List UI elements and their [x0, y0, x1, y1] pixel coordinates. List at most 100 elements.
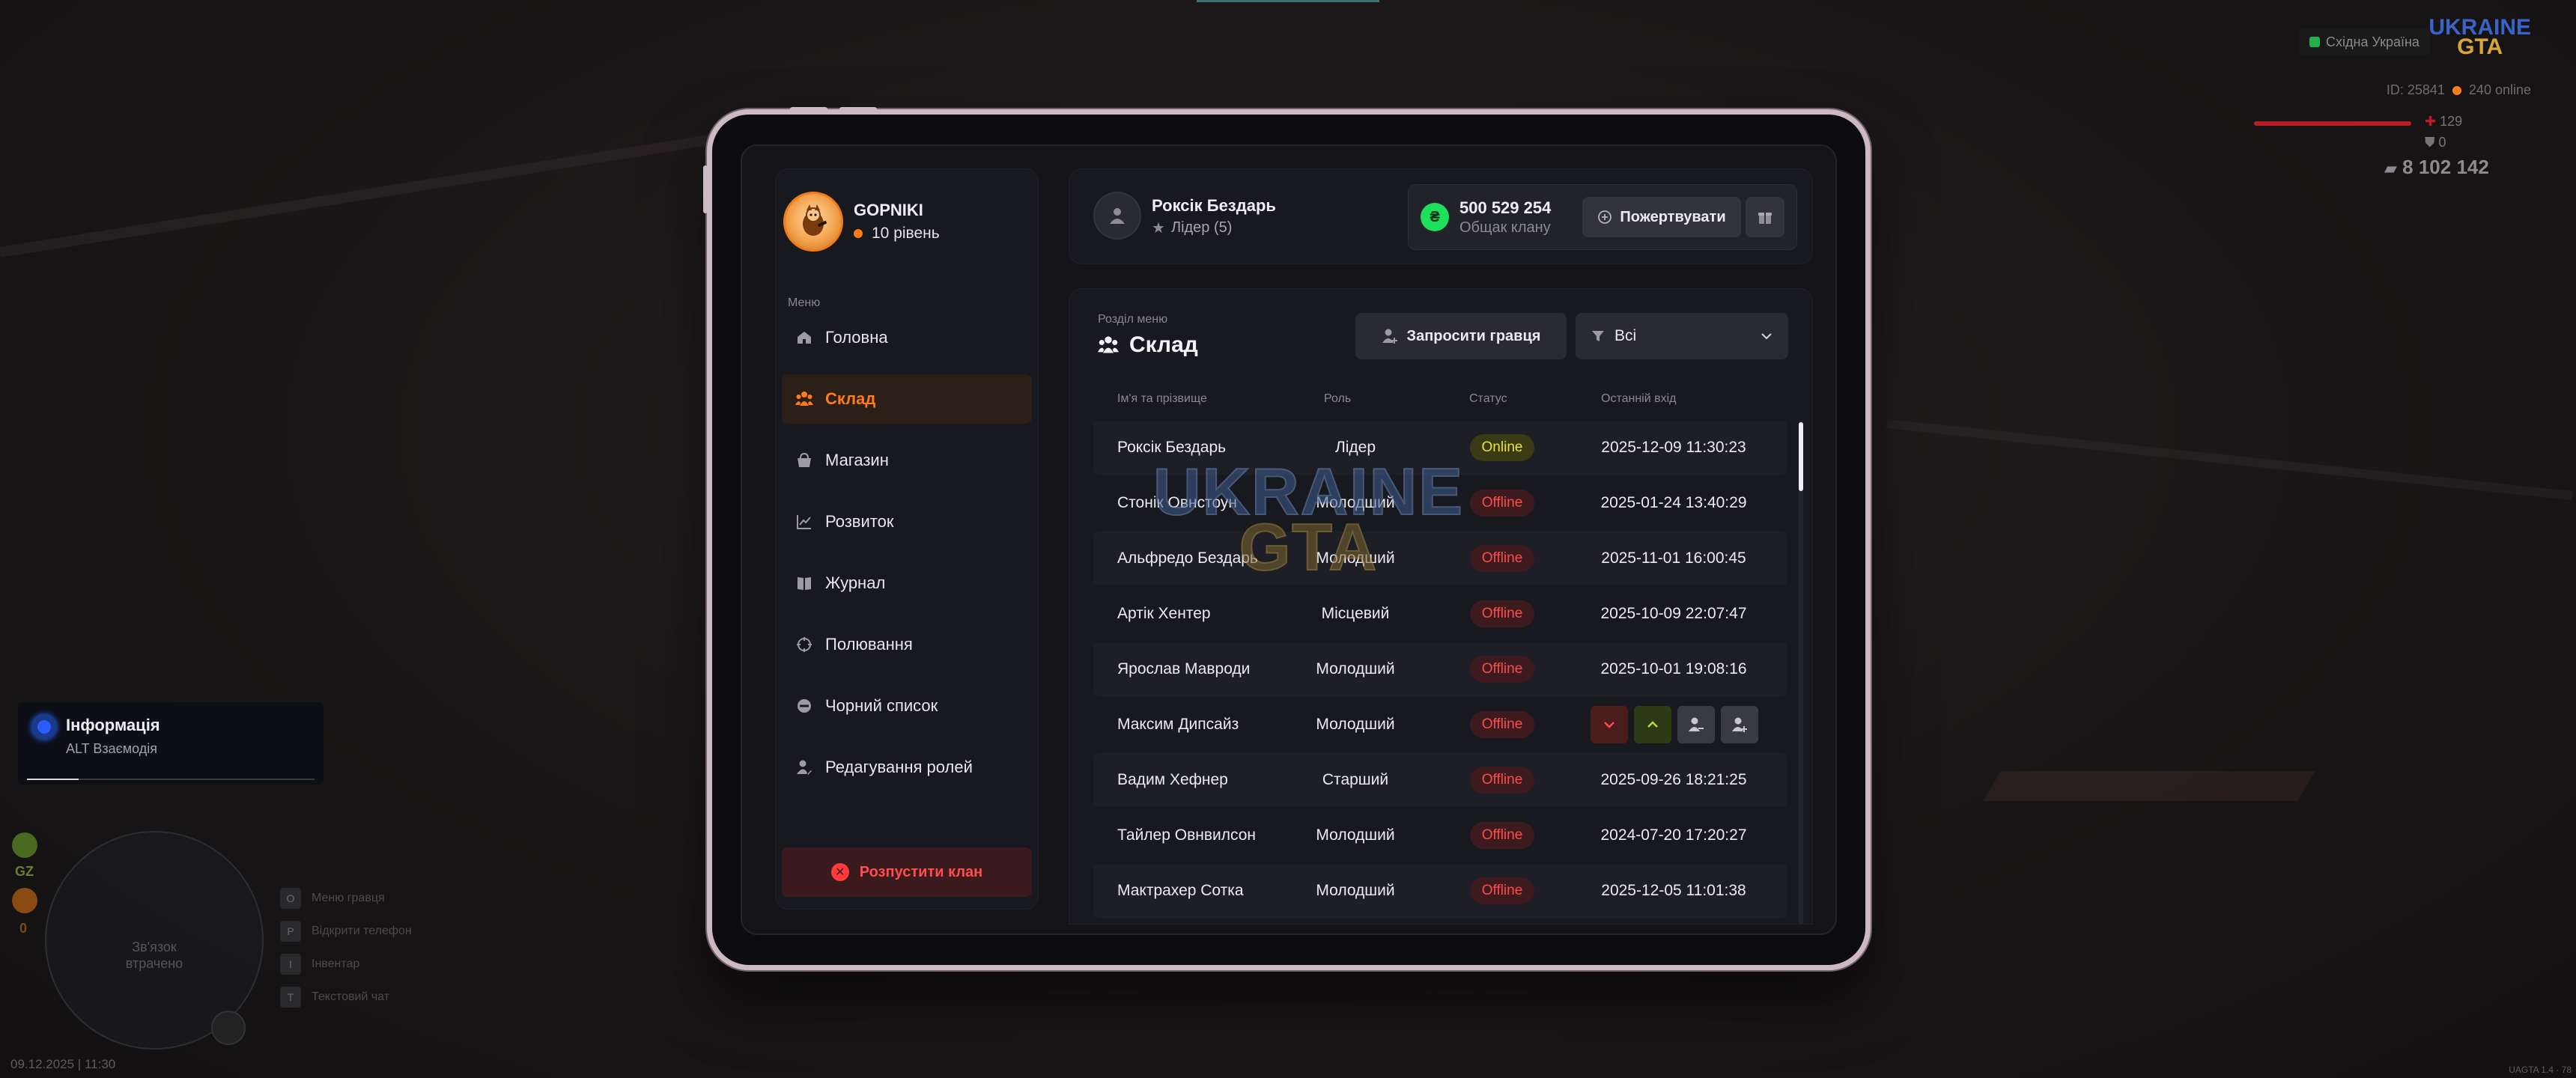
sidebar-item-label: Магазин — [825, 451, 889, 469]
section-title-text: Склад — [1129, 332, 1198, 357]
health-value: ✚ 129 — [2425, 114, 2462, 130]
sidebar-item-hunting[interactable]: Полювання — [782, 620, 1032, 669]
star-icon: ★ — [1152, 220, 1165, 237]
hud-status: Східна Україна UKRAINE GTA ID: 25841 240… — [2217, 16, 2531, 187]
dissolve-clan-button[interactable]: ✕ Розпустити клан — [782, 847, 1032, 897]
kick-member-button[interactable] — [1677, 706, 1715, 743]
members-panel: Розділ меню Склад Запросити гравця Всі І… — [1069, 288, 1813, 925]
status-badge: Offline — [1469, 656, 1535, 683]
status-badge: Offline — [1469, 767, 1535, 794]
status-badge: Online — [1469, 434, 1535, 461]
table-row[interactable]: Вадим Хефнер Старший Offline 2025-09-26 … — [1093, 753, 1787, 807]
status-badge: Offline — [1469, 877, 1535, 904]
wanted-count: 0 — [19, 921, 28, 936]
region-name: Східна Україна — [2326, 34, 2419, 49]
avatar[interactable] — [1093, 192, 1141, 240]
player-role-text: Лідер (5) — [1170, 219, 1233, 236]
info-icon — [31, 714, 57, 740]
plus-circle-icon — [1598, 210, 1612, 224]
keybind-hint: T Текстовий чат — [280, 981, 412, 1014]
member-name: Мактрахер Сотка — [1117, 882, 1244, 899]
bank-label: Общак клану — [1459, 219, 1551, 236]
clan-sidebar: GOPNIKI 10 рівень Меню Головна Склад Маг… — [775, 168, 1039, 910]
promote-button[interactable] — [1634, 706, 1671, 743]
role-filter-select[interactable]: Всі — [1576, 313, 1788, 359]
member-last-login: 2025-01-24 13:40:29 — [1600, 494, 1747, 511]
status-cell: Online — [1465, 434, 1540, 461]
sidebar-item-blacklist[interactable]: Чорний список — [782, 681, 1032, 731]
notification-progress-fill — [27, 779, 79, 780]
ban-icon — [795, 697, 813, 715]
table-row[interactable]: Артік Хентер Місцевий Offline 2025-10-09… — [1093, 587, 1787, 641]
keybind-hints: O Меню гравця P Відкрити телефон I Інвентар… — [280, 882, 412, 1014]
chart-icon — [795, 513, 813, 531]
currency-icon: ₴ — [1421, 203, 1449, 231]
money-value: ▰ 8 102 142 — [2384, 156, 2489, 179]
region-badge: Східна Україна — [2299, 28, 2430, 55]
hint-key: P — [280, 921, 301, 942]
member-role: Молодший — [1316, 882, 1395, 899]
hint-label: Відкрити телефон — [312, 925, 412, 937]
sidebar-item-squad[interactable]: Склад — [782, 374, 1032, 424]
column-header-last-login: Останній вхід — [1601, 392, 1677, 405]
notification-subtitle: ALT Взаємодія — [66, 741, 158, 756]
users-icon — [1098, 336, 1119, 353]
status-badge: Offline — [1469, 822, 1535, 849]
chevron-down-icon — [1604, 722, 1614, 728]
sidebar-item-home[interactable]: Головна — [782, 313, 1032, 362]
demote-button[interactable] — [1591, 706, 1628, 743]
person-icon — [1110, 208, 1125, 224]
gangzone-icon — [12, 832, 37, 858]
donate-button[interactable]: Пожертвувати — [1582, 197, 1741, 237]
player-name: Роксік Бездарь — [1152, 196, 1276, 215]
invite-player-label: Запросити гравця — [1406, 327, 1541, 344]
person-add-icon — [1732, 717, 1747, 732]
member-name: Ярослав Мавроди — [1117, 660, 1251, 677]
hint-key: O — [280, 888, 301, 909]
sidebar-item-label: Розвиток — [825, 512, 894, 531]
gift-button[interactable] — [1746, 197, 1784, 237]
status-cell: Offline — [1465, 490, 1540, 517]
tablet-side-button — [703, 165, 708, 213]
sidebar-item-journal[interactable]: Журнал — [782, 558, 1032, 608]
minimap-status: Зв'язок втрачено — [46, 939, 262, 972]
hud-logo-line-2: GTA — [2457, 34, 2503, 59]
status-cell: Offline — [1465, 545, 1540, 572]
page-title: Склад — [1098, 332, 1198, 358]
shield-icon — [2309, 37, 2320, 47]
member-profile-button[interactable] — [1721, 706, 1758, 743]
minimap-status-line-2: втрачено — [125, 956, 183, 971]
clan-level-text: 10 рівень — [872, 225, 940, 242]
table-scrollbar[interactable] — [1799, 421, 1803, 924]
table-row[interactable]: Ярослав Мавроди Молодший Offline 2025-10… — [1093, 642, 1787, 696]
hint-label: Текстовий чат — [312, 990, 390, 1003]
sidebar-item-edit-roles[interactable]: Редагування ролей — [782, 743, 1032, 792]
dissolve-clan-label: Розпустити клан — [859, 863, 983, 880]
invite-player-button[interactable]: Запросити гравця — [1355, 313, 1567, 359]
filter-value: Всі — [1614, 327, 1637, 344]
member-role: Молодший — [1316, 660, 1395, 677]
status-cell: Offline — [1465, 656, 1540, 683]
table-row[interactable]: Максим Дипсайз Молодший Offline — [1093, 698, 1787, 752]
player-id: ID: 25841 — [2386, 82, 2445, 97]
member-last-login: 2024-07-20 17:20:27 — [1600, 826, 1747, 844]
member-name: Вадим Хефнер — [1117, 771, 1228, 788]
person-remove-icon — [1689, 717, 1704, 731]
member-last-login: 2025-10-09 22:07:47 — [1600, 605, 1747, 622]
gz-label: GZ — [15, 864, 34, 879]
column-header-role: Роль — [1324, 392, 1352, 405]
table-row[interactable]: Тайлер Овнвилсон Молодший Offline 2024-0… — [1093, 808, 1787, 862]
member-last-login: 2025-10-01 19:08:16 — [1600, 660, 1747, 677]
clan-logo — [783, 192, 843, 252]
person-add-icon — [1382, 329, 1397, 344]
hint-key: T — [280, 987, 301, 1008]
gift-icon — [1758, 213, 1772, 224]
table-row[interactable]: Мактрахер Сотка Молодший Offline 2025-12… — [1093, 864, 1787, 918]
sidebar-item-development[interactable]: Розвиток — [782, 497, 1032, 546]
filter-icon — [1592, 331, 1604, 341]
row-actions — [1591, 706, 1758, 743]
member-name: Артік Хентер — [1117, 605, 1211, 622]
sidebar-item-shop[interactable]: Магазин — [782, 436, 1032, 485]
scrollbar-thumb[interactable] — [1799, 422, 1803, 491]
armor-number: 0 — [2438, 135, 2446, 150]
